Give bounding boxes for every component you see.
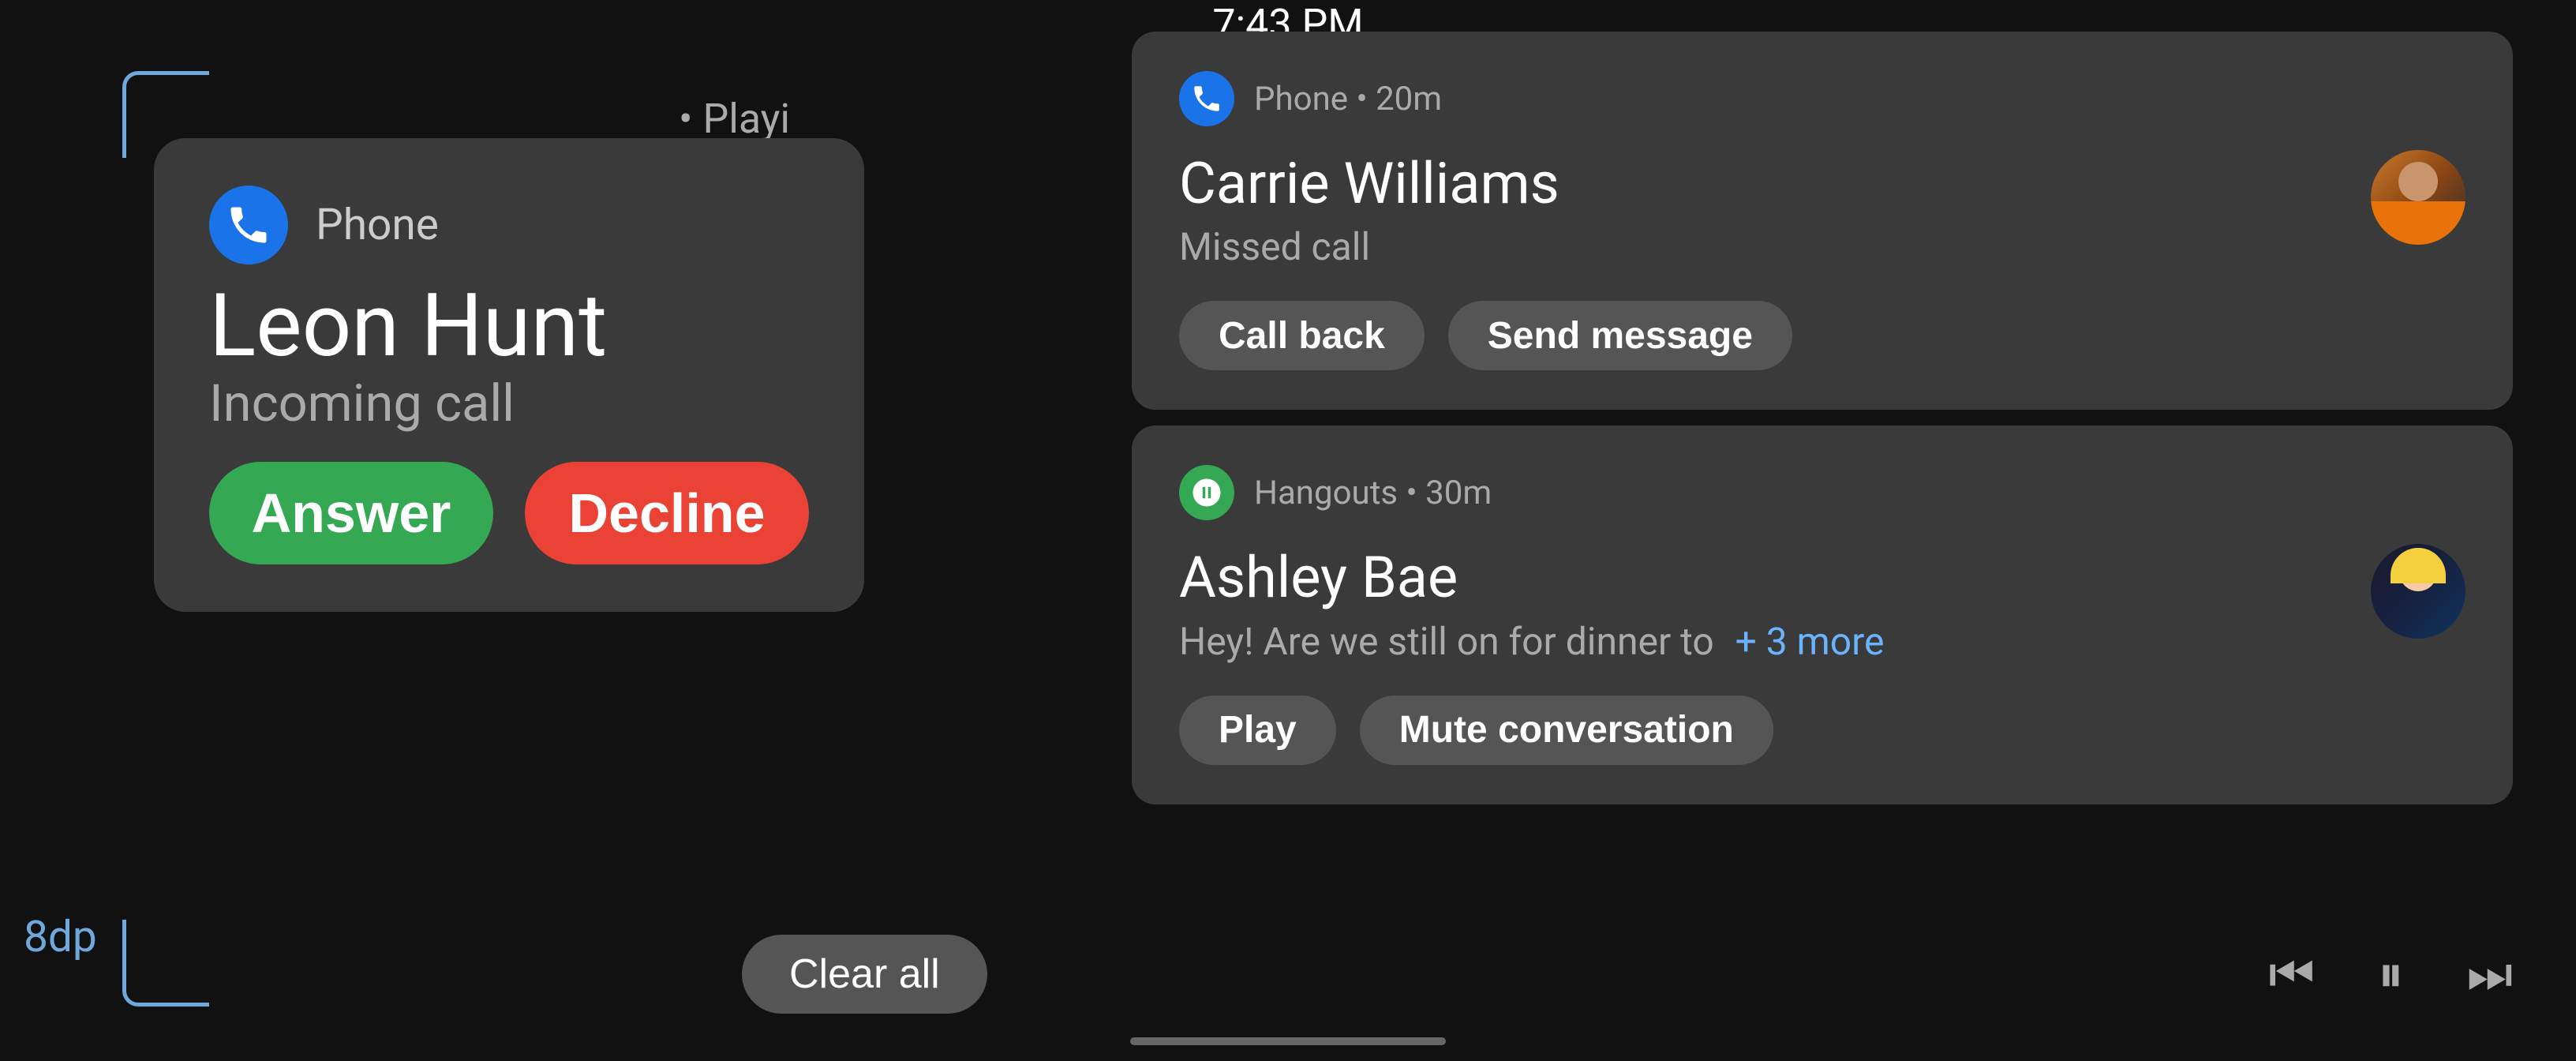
notif-message-carrie: Missed call	[1179, 224, 2371, 269]
phone-small-icon	[1190, 82, 1223, 115]
notification-card-hangouts: Hangouts • 30m Ashley Bae Hey! Are we st…	[1132, 426, 2513, 804]
answer-button[interactable]: Answer	[209, 462, 493, 564]
caller-name: Leon Hunt	[209, 278, 809, 373]
media-controls: ⏮ ⏸ ⏭	[2268, 944, 2513, 1005]
notif-header-hangouts: Hangouts • 30m	[1179, 465, 2466, 520]
call-back-button[interactable]: Call back	[1179, 301, 1425, 370]
notif-header-phone: Phone • 20m	[1179, 71, 2466, 126]
avatar-ashley	[2371, 544, 2466, 639]
incoming-call-card: Phone Leon Hunt Incoming call Answer Dec…	[154, 138, 864, 612]
notif-sender-carrie: Carrie Williams	[1179, 150, 2371, 218]
next-track-button[interactable]: ⏭	[2466, 944, 2513, 1005]
hangouts-notif-icon	[1179, 465, 1234, 520]
notif-content-hangouts: Ashley Bae Hey! Are we still on for dinn…	[1179, 544, 2371, 663]
avatar-carrie	[2371, 150, 2466, 245]
call-status: Incoming call	[209, 373, 809, 433]
notif-body-phone: Carrie Williams Missed call	[1179, 150, 2466, 269]
phone-notif-app-info: Phone • 20m	[1254, 80, 1442, 118]
pause-button[interactable]: ⏸	[2378, 944, 2404, 1005]
phone-icon	[225, 201, 272, 249]
corner-bracket-bottom-left	[122, 920, 209, 1007]
hangouts-small-icon	[1190, 476, 1223, 509]
notif-message-ashley: Hey! Are we still on for dinner to + 3 m…	[1179, 619, 2371, 664]
prev-track-button[interactable]: ⏮	[2268, 944, 2315, 1005]
caller-info: Leon Hunt Incoming call	[209, 278, 809, 433]
phone-app-icon	[209, 186, 288, 264]
play-button[interactable]: Play	[1179, 695, 1336, 765]
call-actions: Answer Decline	[209, 462, 809, 564]
notif-content-phone: Carrie Williams Missed call	[1179, 150, 2371, 269]
clear-all-button[interactable]: Clear all	[742, 935, 987, 1014]
card-header: Phone	[209, 186, 809, 264]
phone-notif-icon	[1179, 71, 1234, 126]
notif-body-hangouts: Ashley Bae Hey! Are we still on for dinn…	[1179, 544, 2466, 663]
notif-sender-ashley: Ashley Bae	[1179, 544, 2371, 612]
notification-card-phone: Phone • 20m Carrie Williams Missed call …	[1132, 32, 2513, 410]
notif-actions-phone: Call back Send message	[1179, 301, 2466, 370]
send-message-button[interactable]: Send message	[1448, 301, 1792, 370]
notif-more-count: + 3 more	[1735, 619, 1885, 664]
hangouts-notif-app-info: Hangouts • 30m	[1254, 474, 1492, 512]
notif-actions-hangouts: Play Mute conversation	[1179, 695, 2466, 765]
mute-conversation-button[interactable]: Mute conversation	[1360, 695, 1773, 765]
decline-button[interactable]: Decline	[525, 462, 809, 564]
home-indicator	[1130, 1037, 1446, 1045]
dp-label: 8dp	[24, 912, 97, 962]
incoming-call-app-name: Phone	[316, 200, 439, 250]
notification-panel: Phone • 20m Carrie Williams Missed call …	[1132, 32, 2513, 820]
now-playing-hint: • Playi	[679, 95, 790, 143]
bottom-bar: Clear all ⏮ ⏸ ⏭	[679, 935, 2576, 1014]
